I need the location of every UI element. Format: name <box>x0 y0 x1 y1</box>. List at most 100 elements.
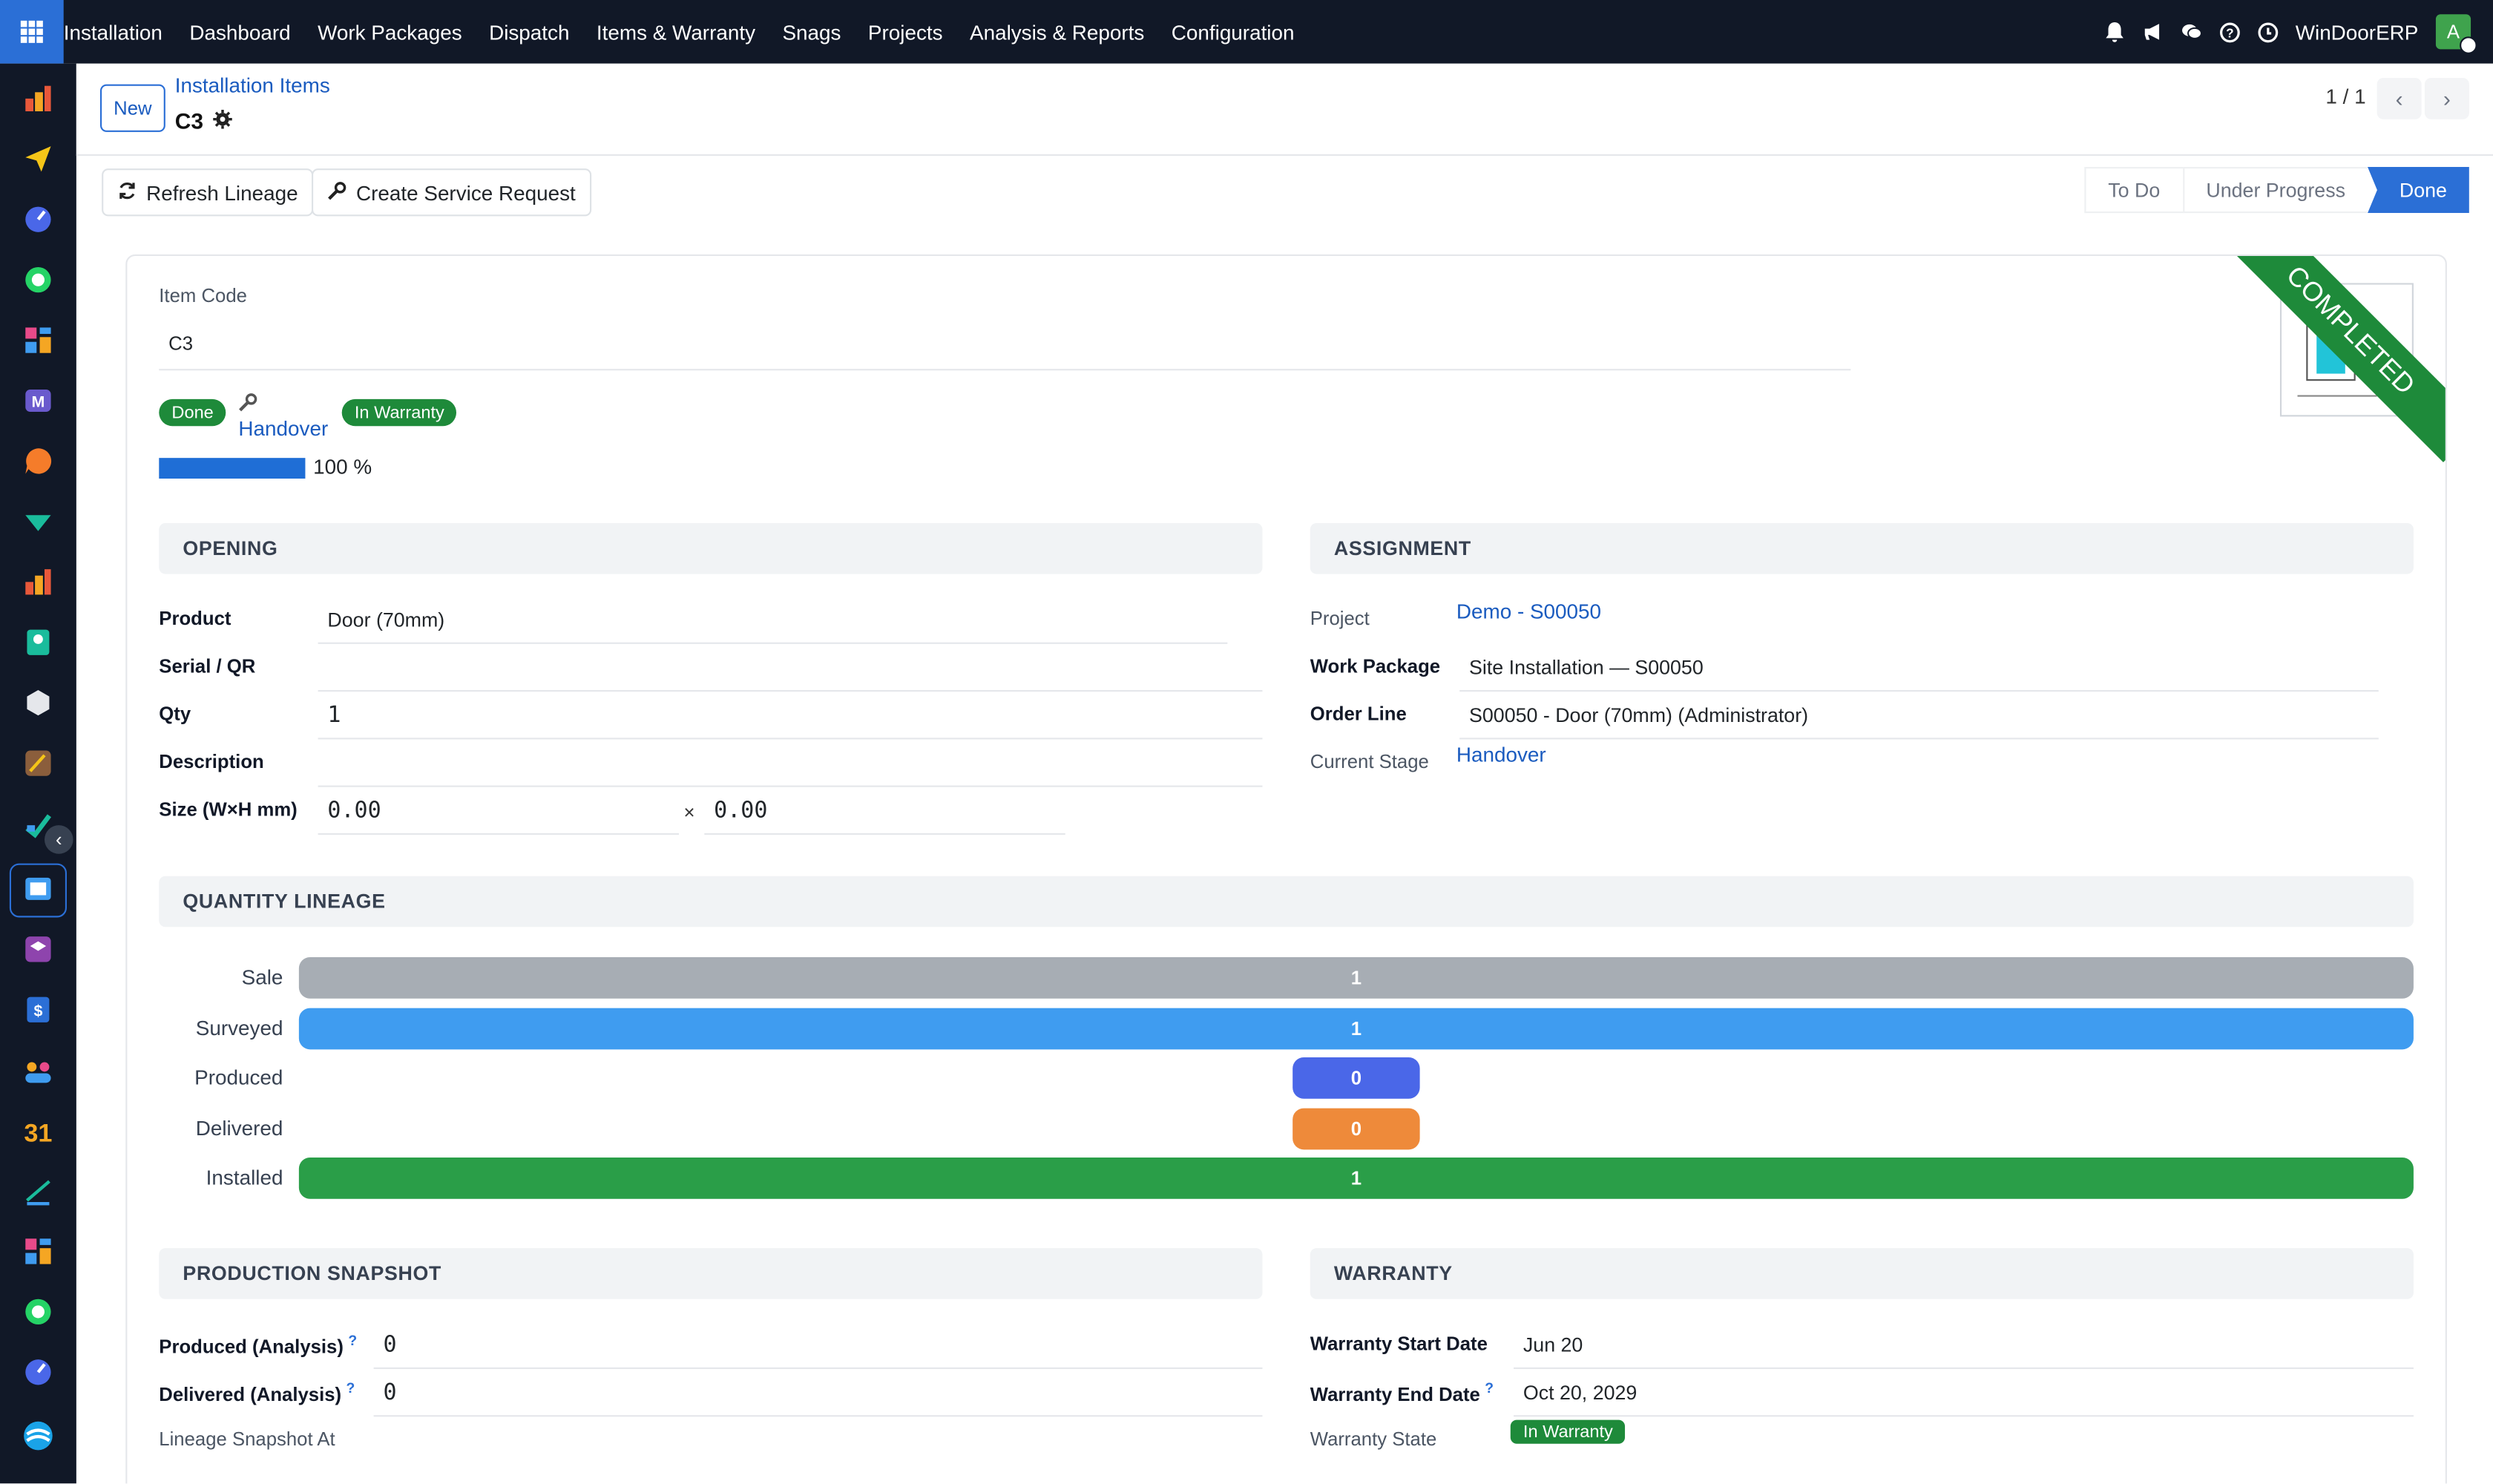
user-avatar[interactable]: A <box>2435 14 2477 54</box>
calendar-app-icon[interactable]: 31 <box>22 1114 54 1148</box>
delivered-analysis-field[interactable]: 0 <box>373 1369 1263 1417</box>
stage-under-progress[interactable]: Under Progress <box>2182 167 2368 214</box>
inventory-app-icon[interactable] <box>22 687 54 719</box>
menu-item-dispatch[interactable]: Dispatch <box>489 20 569 44</box>
board-app-icon[interactable] <box>22 1235 54 1267</box>
gauge-app-icon[interactable] <box>22 203 54 235</box>
team-app-icon[interactable] <box>22 1054 54 1086</box>
discuss-app-icon[interactable] <box>22 445 54 477</box>
produced-analysis-label: Produced (Analysis)? <box>159 1333 357 1358</box>
lineage-snapshot-label: Lineage Snapshot At <box>159 1428 335 1451</box>
knowledge-app-icon[interactable] <box>22 873 54 904</box>
description-field[interactable] <box>318 739 1263 787</box>
top-navbar: Installation Dashboard Work Packages Dis… <box>0 0 2493 64</box>
send-app-icon[interactable] <box>22 143 54 175</box>
wave-app-icon[interactable] <box>22 1420 54 1452</box>
main-menu: Installation Dashboard Work Packages Dis… <box>64 20 1321 44</box>
lineage-bar: 0 <box>1293 1057 1420 1100</box>
control-panel: New Installation Items C3 1 / 1 ‹ › <box>76 63 2493 157</box>
menu-item-items-warranty[interactable]: Items & Warranty <box>597 20 755 44</box>
mail-app-icon[interactable]: M <box>22 385 54 417</box>
gauge-app-icon-2[interactable] <box>22 1356 54 1388</box>
menu-item-configuration[interactable]: Configuration <box>1172 20 1295 44</box>
assignment-section-title: ASSIGNMENT <box>1310 523 2414 574</box>
clock-icon[interactable] <box>2257 22 2278 42</box>
lineage-bar: 0 <box>1293 1108 1420 1149</box>
project-link[interactable]: Demo - S00050 <box>1456 600 1601 623</box>
assignment-stage-link[interactable]: Handover <box>1456 743 1546 766</box>
product-field[interactable]: Door (70mm) <box>318 597 1228 644</box>
pager-prev-icon[interactable]: ‹ <box>2377 78 2422 119</box>
width-field[interactable]: 0.00 <box>318 787 680 835</box>
lineage-bar: 1 <box>298 1007 2414 1049</box>
avatar-letter: A <box>2446 20 2460 43</box>
new-button[interactable]: New <box>100 84 165 132</box>
box-app-icon[interactable] <box>22 933 54 965</box>
lineage-row: Installed 1 <box>159 1158 2414 1200</box>
chat-icon[interactable] <box>2181 22 2202 42</box>
svg-text:$: $ <box>33 1002 42 1020</box>
lineage-row: Surveyed 1 <box>159 1007 2414 1049</box>
menu-item-snags[interactable]: Snags <box>782 20 841 44</box>
produced-analysis-field[interactable]: 0 <box>373 1322 1263 1370</box>
contacts-app-icon[interactable] <box>22 626 54 658</box>
help-icon[interactable]: ? <box>2219 22 2240 42</box>
project-label: Project <box>1310 607 1370 630</box>
help-tooltip-icon[interactable]: ? <box>1485 1380 1494 1396</box>
reports-app-icon[interactable] <box>22 566 54 598</box>
whatsapp-app-icon-2[interactable] <box>22 1296 54 1327</box>
sign-app-icon[interactable] <box>22 1175 54 1207</box>
warranty-end-label-text: Warranty End Date <box>1310 1383 1480 1406</box>
work-package-field[interactable]: Site Installation — S00050 <box>1459 644 2379 692</box>
sidebar-collapse-icon[interactable]: ‹ <box>45 825 73 854</box>
create-service-request-button[interactable]: Create Service Request <box>312 168 592 217</box>
menu-item-work-packages[interactable]: Work Packages <box>318 20 462 44</box>
item-code-field[interactable]: C3 <box>159 316 1851 371</box>
menu-item-projects[interactable]: Projects <box>868 20 943 44</box>
order-line-field[interactable]: S00050 - Door (70mm) (Administrator) <box>1459 692 2379 740</box>
lineage-row-label: Surveyed <box>195 1015 283 1040</box>
menu-item-installation[interactable]: Installation <box>64 20 162 44</box>
menu-item-analysis-reports[interactable]: Analysis & Reports <box>970 20 1144 44</box>
svg-text:31: 31 <box>24 1120 52 1146</box>
qty-field[interactable]: 1 <box>318 692 1263 740</box>
company-name[interactable]: WinDoorERP <box>2296 20 2419 44</box>
help-tooltip-icon[interactable]: ? <box>346 1380 355 1396</box>
whatsapp-app-icon[interactable] <box>22 264 54 296</box>
description-label: Description <box>159 750 264 773</box>
crm-app-icon[interactable] <box>22 505 54 537</box>
warranty-end-field[interactable]: Oct 20, 2029 <box>1514 1369 2414 1417</box>
stage-done[interactable]: Done <box>2368 167 2469 214</box>
menu-item-dashboard[interactable]: Dashboard <box>189 20 290 44</box>
refresh-icon <box>118 180 137 204</box>
serial-label: Serial / QR <box>159 654 256 677</box>
lineage-section-title: QUANTITY LINEAGE <box>159 876 2414 928</box>
warranty-start-field[interactable]: Jun 20 <box>1514 1322 2414 1370</box>
stage-to-do[interactable]: To Do <box>2084 167 2183 214</box>
times-sign: × <box>683 801 695 824</box>
current-stage-link[interactable]: Handover <box>238 416 328 440</box>
produced-analysis-label-text: Produced (Analysis) <box>159 1336 344 1359</box>
breadcrumb-link[interactable]: Installation Items <box>175 73 330 97</box>
gear-icon[interactable] <box>212 108 232 134</box>
lineage-row: Produced 0 <box>159 1057 2414 1100</box>
sales-app-icon[interactable] <box>22 82 54 114</box>
tools-app-icon[interactable] <box>22 747 54 779</box>
megaphone-icon[interactable] <box>2143 22 2164 42</box>
delivered-analysis-label: Delivered (Analysis)? <box>159 1380 355 1405</box>
lineage-row-label: Installed <box>206 1166 283 1190</box>
warranty-start-label: Warranty Start Date <box>1310 1332 1488 1355</box>
app-menu-icon[interactable] <box>0 0 64 64</box>
refresh-lineage-button[interactable]: Refresh Lineage <box>102 168 315 217</box>
progress-text: 100 % <box>313 454 372 479</box>
dashboard-app-icon[interactable] <box>22 324 54 356</box>
work-package-label: Work Package <box>1310 654 1441 677</box>
qty-label: Qty <box>159 703 191 726</box>
help-tooltip-icon[interactable]: ? <box>348 1333 357 1348</box>
height-field[interactable]: 0.00 <box>704 787 1065 835</box>
bell-icon[interactable] <box>2105 21 2126 42</box>
pager-value[interactable]: 1 / 1 <box>2325 85 2365 108</box>
pager-next-icon[interactable]: › <box>2424 78 2469 119</box>
serial-field[interactable] <box>318 644 1263 692</box>
invoicing-app-icon[interactable]: $ <box>22 994 54 1025</box>
